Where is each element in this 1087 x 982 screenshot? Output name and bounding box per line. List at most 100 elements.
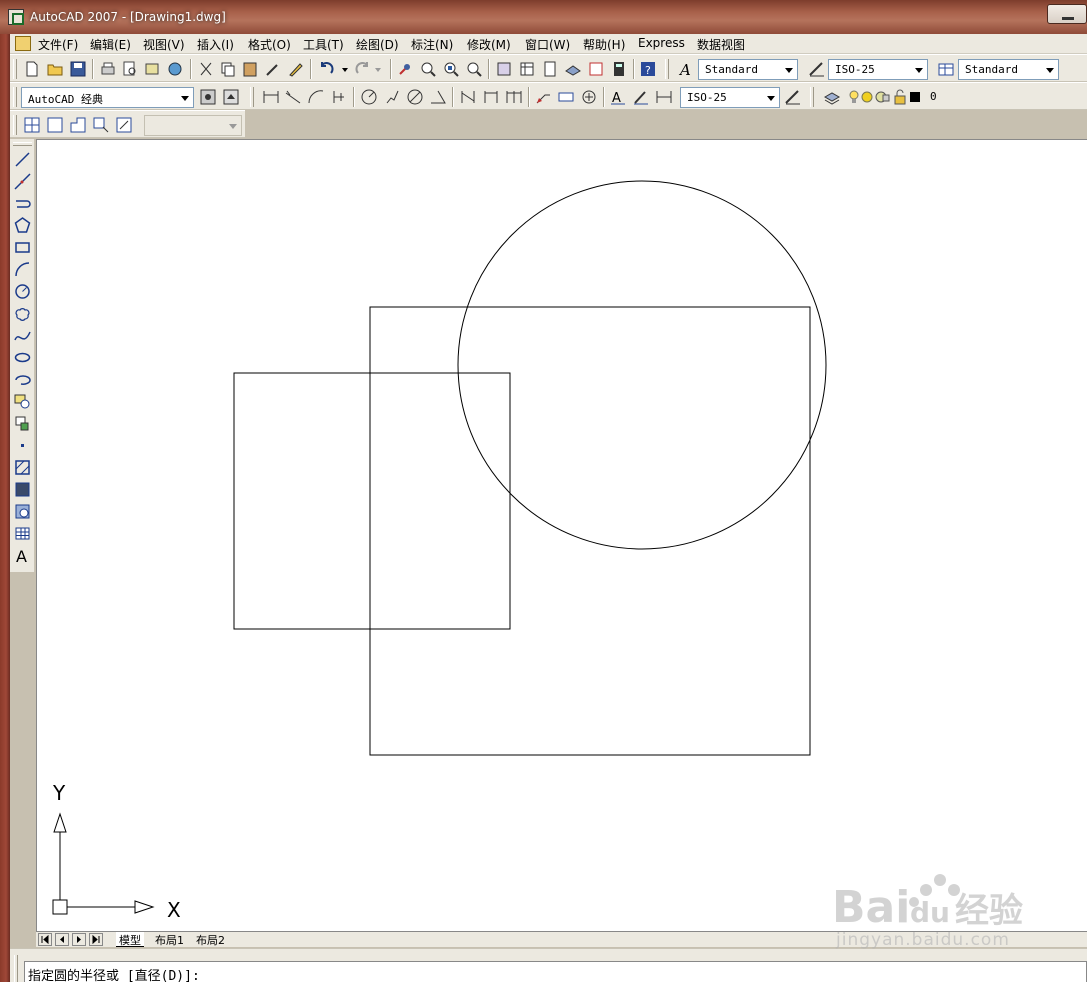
menu-window[interactable]: 窗口(W) bbox=[525, 36, 570, 53]
quick-leader-icon[interactable] bbox=[533, 87, 553, 107]
large-rectangle[interactable] bbox=[369, 306, 811, 756]
rectangle-icon[interactable] bbox=[12, 237, 33, 258]
layer-viewport-icon[interactable] bbox=[872, 87, 892, 107]
zoom-window-icon[interactable] bbox=[441, 59, 461, 79]
multiline-text-icon[interactable]: A bbox=[12, 545, 33, 566]
toolbar-grip[interactable] bbox=[13, 59, 17, 79]
quick-dimension-icon[interactable] bbox=[458, 87, 478, 107]
viewport-scale-select[interactable] bbox=[144, 115, 242, 136]
zoom-previous-icon[interactable] bbox=[464, 59, 484, 79]
angular-dimension-icon[interactable] bbox=[428, 87, 448, 107]
tab-layout1[interactable]: 布局1 bbox=[152, 932, 187, 947]
radius-dimension-icon[interactable] bbox=[359, 87, 379, 107]
workspace-select[interactable]: AutoCAD 经典 bbox=[21, 87, 194, 108]
drawing-svg[interactable]: Y X bbox=[37, 140, 1087, 931]
line-icon[interactable] bbox=[12, 149, 33, 170]
ellipse-icon[interactable] bbox=[12, 347, 33, 368]
menu-help[interactable]: 帮助(H) bbox=[583, 36, 625, 53]
my-workspace-icon[interactable] bbox=[221, 87, 241, 107]
spline-icon[interactable] bbox=[12, 325, 33, 346]
sheet-set-icon[interactable] bbox=[563, 59, 583, 79]
pan-realtime-icon[interactable] bbox=[395, 59, 415, 79]
autocad-app-icon[interactable] bbox=[8, 9, 24, 25]
undo-icon[interactable] bbox=[316, 59, 336, 79]
dimension-update-icon[interactable] bbox=[654, 87, 674, 107]
redo-icon[interactable] bbox=[353, 59, 373, 79]
minimize-button[interactable] bbox=[1047, 4, 1087, 24]
text-style-select[interactable]: Standard bbox=[698, 59, 798, 80]
aligned-dimension-icon[interactable] bbox=[283, 87, 303, 107]
toolbar-grip[interactable] bbox=[665, 59, 669, 79]
menu-insert[interactable]: 插入(I) bbox=[197, 36, 234, 53]
insert-block-icon[interactable] bbox=[12, 391, 33, 412]
menu-draw[interactable]: 绘图(D) bbox=[356, 36, 399, 53]
first-tab-button[interactable] bbox=[38, 933, 52, 946]
publish-icon[interactable] bbox=[142, 59, 162, 79]
dimension-style-icon[interactable] bbox=[807, 59, 827, 79]
continue-dimension-icon[interactable] bbox=[504, 87, 524, 107]
diameter-dimension-icon[interactable] bbox=[405, 87, 425, 107]
single-viewport-icon[interactable] bbox=[45, 115, 65, 135]
menu-dimension[interactable]: 标注(N) bbox=[411, 36, 453, 53]
table-style-icon[interactable] bbox=[936, 59, 956, 79]
menu-file[interactable]: 文件(F) bbox=[38, 36, 78, 53]
menu-format[interactable]: 格式(O) bbox=[248, 36, 291, 53]
calculator-icon[interactable] bbox=[609, 59, 629, 79]
menu-modify[interactable]: 修改(M) bbox=[467, 36, 511, 53]
dimension-style-select[interactable]: ISO-25 bbox=[828, 59, 928, 80]
layer-manager-icon[interactable] bbox=[822, 87, 842, 107]
ordinate-dimension-icon[interactable] bbox=[329, 87, 349, 107]
design-center-icon[interactable] bbox=[517, 59, 537, 79]
print-icon[interactable] bbox=[98, 59, 118, 79]
match-properties-icon[interactable] bbox=[263, 59, 283, 79]
polyline-icon[interactable] bbox=[12, 193, 33, 214]
arc-length-icon[interactable] bbox=[306, 87, 326, 107]
arc-icon[interactable] bbox=[12, 259, 33, 280]
menu-view[interactable]: 视图(V) bbox=[143, 36, 185, 53]
menu-tools[interactable]: 工具(T) bbox=[303, 36, 344, 53]
document-icon[interactable] bbox=[15, 36, 31, 51]
convert-object-viewport-icon[interactable] bbox=[91, 115, 111, 135]
toolbar-grip[interactable] bbox=[810, 87, 814, 107]
toolbar-grip[interactable] bbox=[13, 115, 17, 135]
gradient-icon[interactable] bbox=[12, 479, 33, 500]
save-icon[interactable] bbox=[68, 59, 88, 79]
help-icon[interactable]: ? bbox=[638, 59, 658, 79]
polygon-icon[interactable] bbox=[12, 215, 33, 236]
properties-icon[interactable] bbox=[494, 59, 514, 79]
circle-icon[interactable] bbox=[12, 281, 33, 302]
toolbar-grip[interactable] bbox=[250, 87, 254, 107]
tolerance-icon[interactable] bbox=[556, 87, 576, 107]
toolbar-grip[interactable] bbox=[13, 87, 17, 107]
layer-color-swatch[interactable] bbox=[905, 87, 925, 107]
polygonal-viewport-icon[interactable] bbox=[68, 115, 88, 135]
tab-model[interactable]: 模型 bbox=[116, 932, 144, 947]
print-preview-icon[interactable] bbox=[120, 59, 140, 79]
dimension-style-manager-icon[interactable] bbox=[783, 87, 803, 107]
baseline-dimension-icon[interactable] bbox=[481, 87, 501, 107]
center-mark-icon[interactable] bbox=[579, 87, 599, 107]
tool-palettes-icon[interactable] bbox=[540, 59, 560, 79]
menu-express[interactable]: Express bbox=[638, 36, 685, 50]
zoom-realtime-icon[interactable] bbox=[418, 59, 438, 79]
menu-edit[interactable]: 编辑(E) bbox=[90, 36, 131, 53]
dimension-edit-icon[interactable]: A bbox=[608, 87, 628, 107]
small-rectangle[interactable] bbox=[233, 372, 511, 630]
linear-dimension-icon[interactable] bbox=[261, 87, 281, 107]
menu-data-view[interactable]: 数据视图 bbox=[697, 36, 745, 53]
hatch-icon[interactable] bbox=[12, 457, 33, 478]
markup-set-icon[interactable] bbox=[586, 59, 606, 79]
paste-icon[interactable] bbox=[240, 59, 260, 79]
next-tab-button[interactable] bbox=[72, 933, 86, 946]
dimension-text-edit-icon[interactable] bbox=[631, 87, 651, 107]
table-icon[interactable] bbox=[12, 523, 33, 544]
new-file-icon[interactable] bbox=[22, 59, 42, 79]
jogged-dimension-icon[interactable] bbox=[382, 87, 402, 107]
ellipse-arc-icon[interactable] bbox=[12, 369, 33, 390]
clip-viewport-icon[interactable] bbox=[114, 115, 134, 135]
workspace-settings-icon[interactable] bbox=[198, 87, 218, 107]
last-tab-button[interactable] bbox=[89, 933, 103, 946]
prev-tab-button[interactable] bbox=[55, 933, 69, 946]
command-line-input[interactable]: 指定圆的半径或 [直径(D)]: bbox=[24, 961, 1087, 982]
layer-name[interactable]: 0 bbox=[930, 90, 937, 103]
